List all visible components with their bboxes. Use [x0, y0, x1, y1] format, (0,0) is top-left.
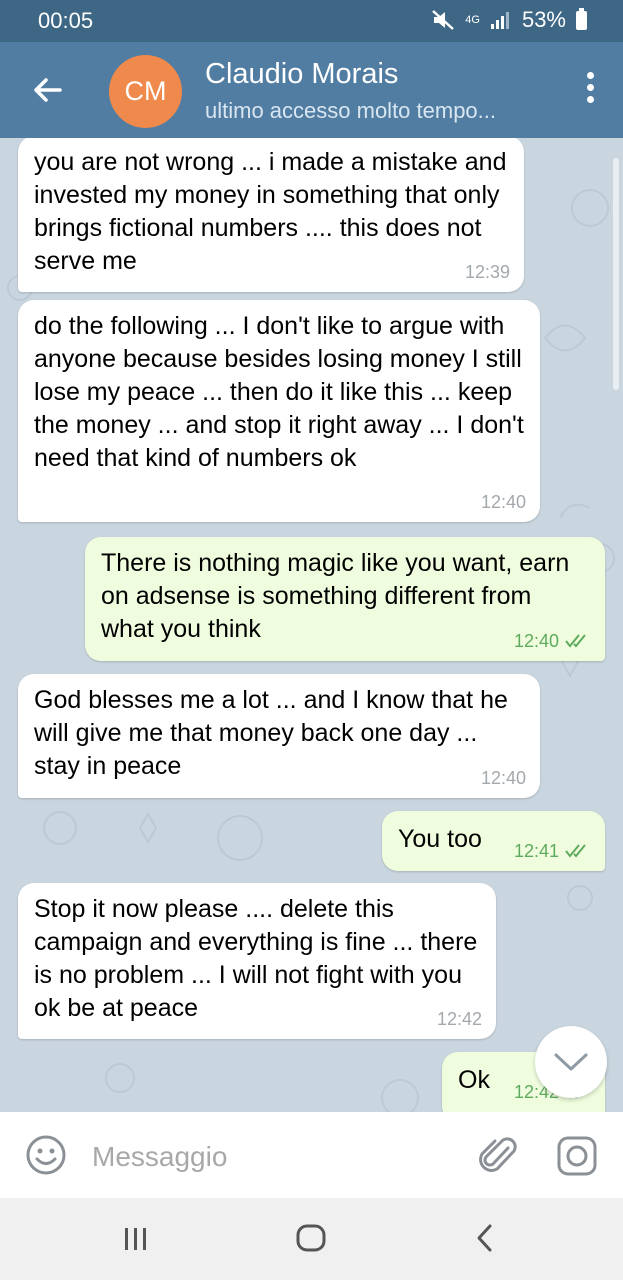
message-time: 12:40 — [480, 492, 526, 512]
chat-area[interactable]: you are not wrong ... i made a mistake a… — [0, 138, 623, 1112]
nav-home-icon[interactable] — [293, 1220, 329, 1256]
message-incoming[interactable]: do the following ... I don't like to arg… — [18, 300, 540, 522]
message-text: you are not wrong ... i made a mistake a… — [34, 148, 507, 275]
network-type: 4G — [465, 14, 480, 26]
scroll-down-button[interactable] — [535, 1026, 607, 1098]
message-incoming[interactable]: Stop it now please .... delete this camp… — [18, 883, 496, 1039]
message-outgoing[interactable]: You too 12:41 — [382, 811, 605, 871]
nav-back-icon[interactable] — [470, 1220, 500, 1256]
nav-recent-icon[interactable] — [120, 1220, 152, 1256]
chevron-down-icon — [554, 1053, 588, 1071]
signal-icon — [490, 12, 509, 29]
avatar[interactable]: CM — [109, 55, 182, 128]
message-time: 12:39 — [464, 262, 510, 282]
message-text: do the following ... I don't like to arg… — [34, 312, 524, 472]
attach-icon[interactable] — [478, 1134, 520, 1178]
back-arrow-icon[interactable] — [28, 70, 68, 110]
message-time: 12:40 — [480, 768, 526, 788]
camera-icon[interactable] — [555, 1134, 599, 1178]
message-meta: 12:40 — [481, 492, 526, 512]
status-time: 00:05 — [38, 8, 94, 33]
message-input[interactable] — [90, 1134, 454, 1180]
menu-icon[interactable] — [585, 72, 595, 108]
message-meta: 12:42 — [437, 1009, 482, 1029]
message-meta: 12:39 — [465, 262, 510, 282]
message-text: God blesses me a lot ... and I know that… — [34, 686, 508, 780]
message-time: 12:42 — [436, 1009, 482, 1029]
battery-icon — [576, 7, 587, 30]
double-check-icon — [565, 844, 586, 858]
emoji-icon[interactable] — [25, 1134, 67, 1176]
double-check-icon — [565, 634, 586, 648]
message-outgoing[interactable]: There is nothing magic like you want, ea… — [85, 537, 605, 661]
status-bar: 00:05 4G 53% — [0, 0, 623, 42]
chat-header: CM Claudio Morais ultimo accesso molto t… — [0, 42, 623, 138]
message-input-bar — [0, 1112, 623, 1198]
contact-name[interactable]: Claudio Morais — [205, 58, 398, 91]
battery-percent: 53% — [521, 7, 566, 32]
message-meta: 12:40 — [481, 768, 526, 788]
contact-status: ultimo accesso molto tempo... — [205, 98, 497, 123]
message-text: Stop it now please .... delete this camp… — [34, 895, 478, 1022]
message-incoming[interactable]: you are not wrong ... i made a mistake a… — [18, 138, 524, 292]
message-incoming[interactable]: God blesses me a lot ... and I know that… — [18, 674, 540, 798]
status-icons: 4G 53% — [431, 7, 587, 33]
message-time: 12:41 — [513, 841, 559, 861]
chat-scrollbar[interactable] — [613, 158, 619, 390]
system-nav-bar — [0, 1198, 623, 1280]
message-meta: 12:41 — [514, 841, 591, 861]
message-meta: 12:40 — [514, 631, 591, 651]
message-time: 12:40 — [513, 631, 559, 651]
mute-icon — [432, 10, 455, 30]
